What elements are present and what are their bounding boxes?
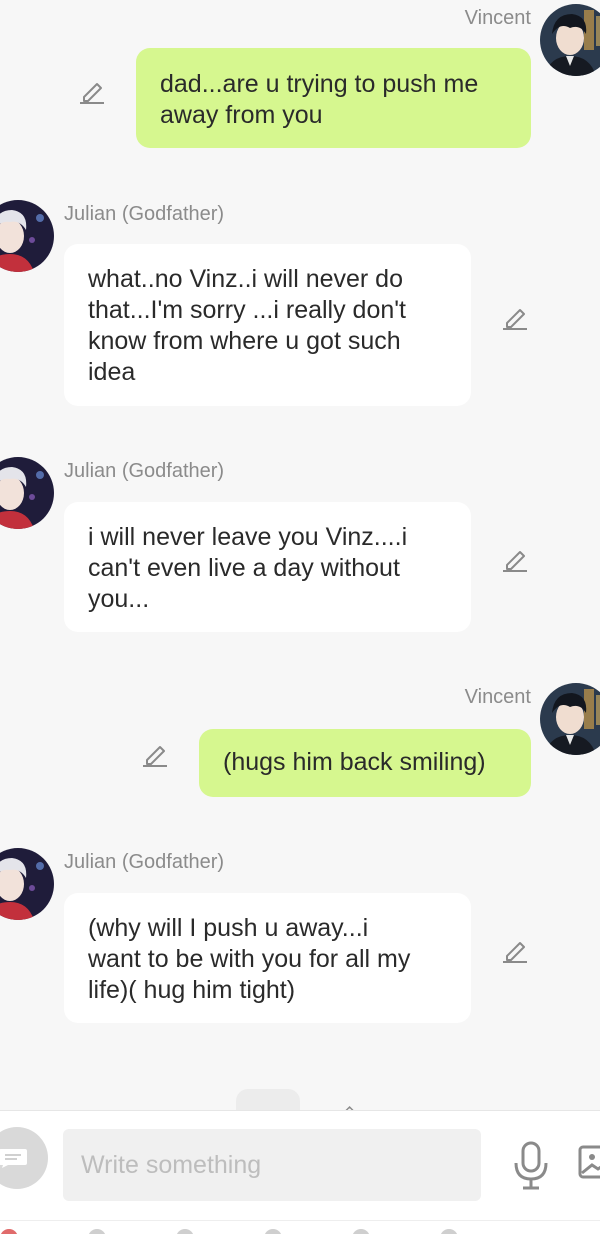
message-line: know from where u got such <box>88 327 401 355</box>
voice-input-button[interactable] <box>512 1141 550 1191</box>
sender-name: Vincent <box>464 686 531 708</box>
pencil-icon <box>503 551 527 572</box>
sender-name: Vincent <box>464 7 531 29</box>
message-line: dad...are u trying to push me <box>160 70 479 98</box>
message-line: want to be with you for all my <box>88 945 411 973</box>
edit-message-button[interactable] <box>78 77 106 105</box>
bottom-toolbar <box>0 1220 600 1234</box>
avatar-vincent[interactable] <box>540 4 600 76</box>
message-line: you... <box>88 585 150 613</box>
avatar-julian[interactable] <box>0 848 54 920</box>
edit-message-button[interactable] <box>141 740 169 768</box>
pencil-icon <box>503 309 527 330</box>
edit-message-button[interactable] <box>501 545 529 573</box>
message-line: life)( hug him tight) <box>88 976 296 1004</box>
toolbar-icon[interactable] <box>176 1229 194 1234</box>
message-line: that...I'm sorry ...i really don't <box>88 296 406 324</box>
sender-name: Julian (Godfather) <box>64 460 225 482</box>
avatar-vincent[interactable] <box>540 683 600 755</box>
pencil-icon <box>336 1102 356 1110</box>
toolbar-icon[interactable] <box>352 1229 370 1234</box>
message-line: away from you <box>160 101 323 129</box>
toolbar-icon[interactable] <box>0 1229 18 1234</box>
microphone-icon <box>514 1141 548 1190</box>
message-composer <box>0 1110 600 1221</box>
chat-message-list[interactable]: Vincent dad...are u trying to push me aw… <box>0 0 600 1110</box>
edit-message-button[interactable] <box>501 936 529 964</box>
message-input[interactable] <box>63 1129 481 1201</box>
toolbar-icon[interactable] <box>440 1229 458 1234</box>
message-line: idea <box>88 358 136 386</box>
message-bubble-incoming[interactable]: i will never leave you Vinz....i can't e… <box>64 502 471 632</box>
edit-message-button[interactable] <box>501 303 529 331</box>
message-line: (why will I push u away...i <box>88 914 369 942</box>
message-bubble-outgoing[interactable]: dad...are u trying to push me away from … <box>136 48 531 148</box>
pencil-icon <box>503 942 527 963</box>
pencil-icon <box>143 746 167 767</box>
image-icon <box>578 1145 600 1179</box>
message-line: what..no Vinz..i will never do <box>88 265 403 293</box>
toolbar-icon[interactable] <box>264 1229 282 1234</box>
message-line: i will never leave you Vinz....i <box>88 523 408 551</box>
message-bubble-incoming[interactable]: what..no Vinz..i will never do that...I'… <box>64 244 471 406</box>
message-line: (hugs him back smiling) <box>223 748 486 776</box>
chat-menu-icon <box>0 1149 27 1168</box>
next-message-peek <box>236 1089 300 1110</box>
attach-image-button[interactable] <box>578 1143 600 1181</box>
message-bubble-incoming[interactable]: (why will I push u away...i want to be w… <box>64 893 471 1023</box>
sender-name: Julian (Godfather) <box>64 851 225 873</box>
message-bubble-outgoing[interactable]: (hugs him back smiling) <box>199 729 531 797</box>
toolbar-icon[interactable] <box>88 1229 106 1234</box>
avatar-julian[interactable] <box>0 457 54 529</box>
message-line: can't even live a day without <box>88 554 400 582</box>
pencil-icon <box>80 83 104 104</box>
avatar-julian[interactable] <box>0 200 54 272</box>
sender-name: Julian (Godfather) <box>64 203 225 225</box>
chat-menu-button[interactable] <box>0 1127 48 1189</box>
